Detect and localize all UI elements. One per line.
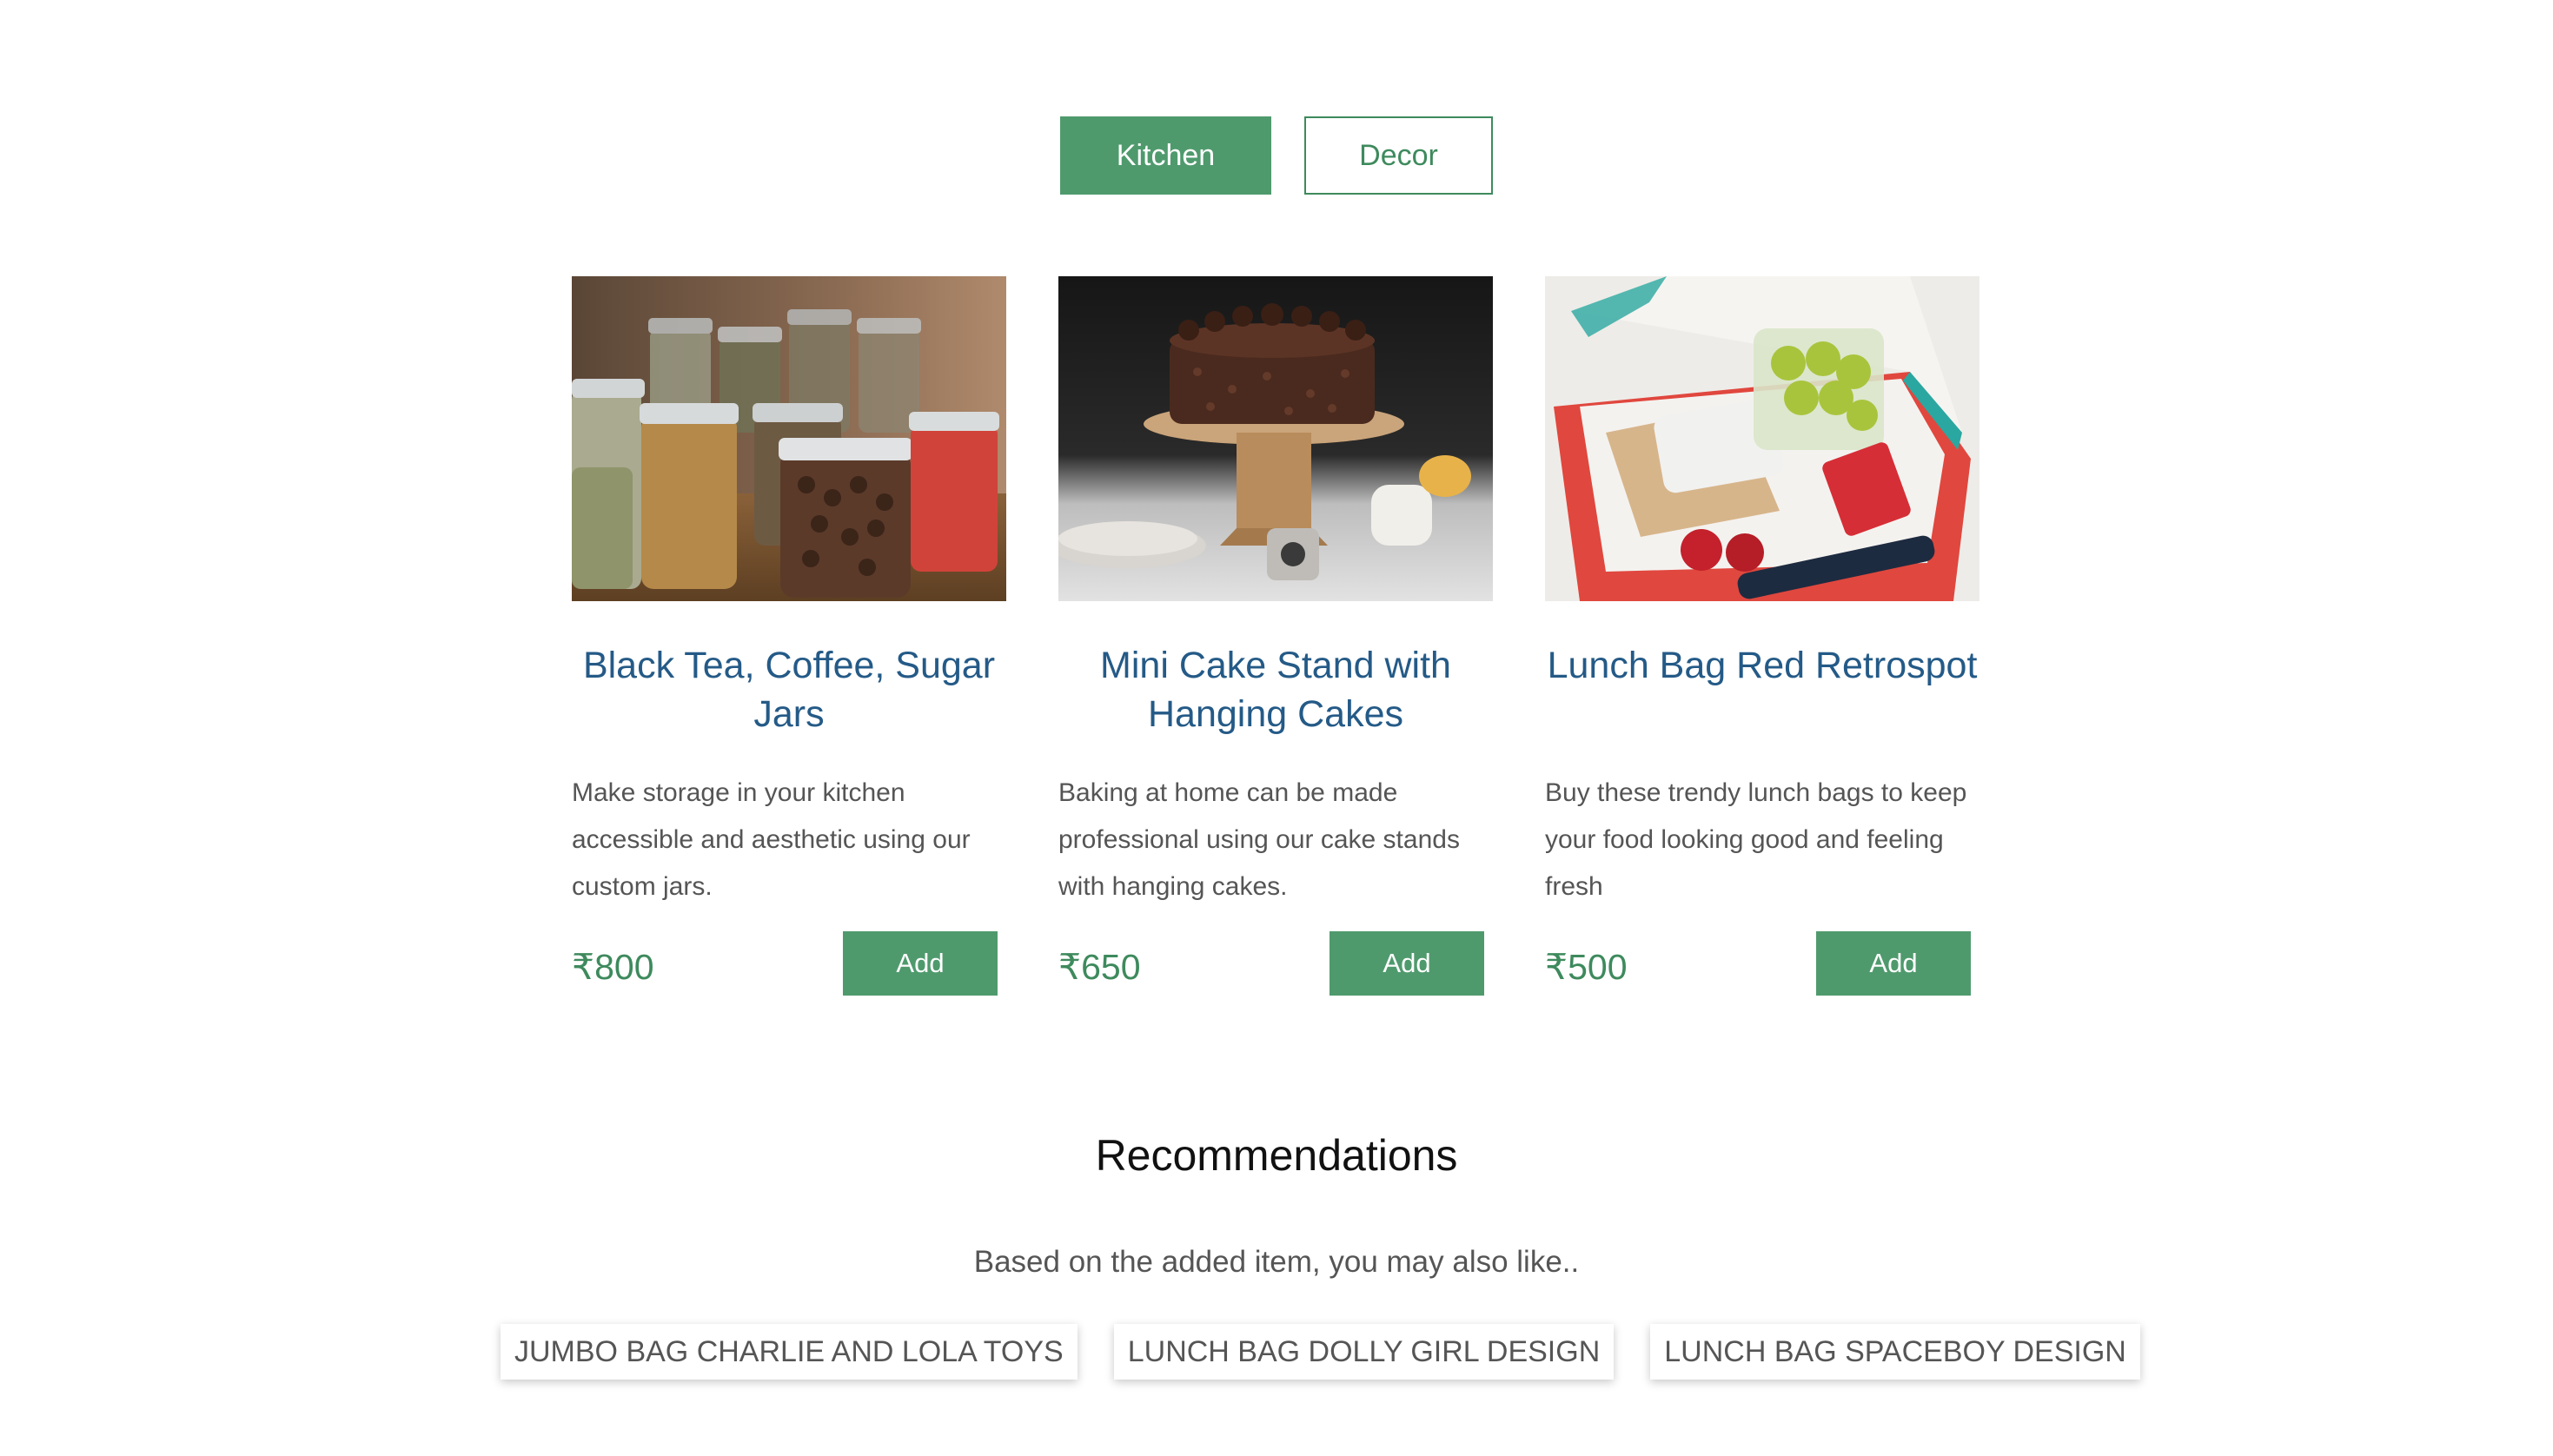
product-image-cake-stand [1058,276,1493,601]
tab-kitchen[interactable]: Kitchen [1060,116,1271,195]
recommendations-list: JUMBO BAG CHARLIE AND LOLA TOYS LUNCH BA… [501,1324,2140,1380]
add-to-cart-button[interactable]: Add [1816,931,1971,996]
recommendation-item[interactable]: LUNCH BAG DOLLY GIRL DESIGN [1113,1324,1615,1380]
product-price: ₹500 [1545,947,1628,987]
product-description: Buy these trendy lunch bags to keep your… [1545,778,1967,901]
product-title[interactable]: Black Tea, Coffee, Sugar Jars [572,641,1006,738]
product-description: Make storage in your kitchen accessible … [572,778,971,901]
lunch-bag-illustration [1545,276,1979,601]
recommendation-item[interactable]: JUMBO BAG CHARLIE AND LOLA TOYS [501,1324,1078,1380]
recommendations-title: Recommendations [1095,1131,1458,1180]
category-tabs: Kitchen Decor [0,116,2553,195]
product-grid: Black Tea, Coffee, Sugar Jars Make stora… [572,276,1979,1006]
product-card: Lunch Bag Red Retrospot Buy these trendy… [1545,276,1979,1006]
add-to-cart-button[interactable]: Add [1330,931,1484,996]
recommendations-subtitle: Based on the added item, you may also li… [973,1245,1580,1279]
product-description: Baking at home can be made professional … [1058,778,1460,901]
cake-stand-illustration [1058,276,1493,601]
product-card: Black Tea, Coffee, Sugar Jars Make stora… [572,276,1006,1006]
product-title[interactable]: Lunch Bag Red Retrospot [1545,641,1979,690]
product-image-lunch-bag [1545,276,1979,601]
product-image-spice-jars [572,276,1006,601]
add-to-cart-button[interactable]: Add [843,931,998,996]
page: Kitchen Decor Black Tea, Coffee, Sugar J… [0,0,2553,1456]
recommendation-item[interactable]: LUNCH BAG SPACEBOY DESIGN [1650,1324,2140,1380]
product-price: ₹800 [572,947,654,987]
spice-jars-illustration [572,276,1006,601]
product-card: Mini Cake Stand with Hanging Cakes Bakin… [1058,276,1493,1006]
product-price: ₹650 [1058,947,1141,987]
tab-decor[interactable]: Decor [1304,116,1493,195]
product-title[interactable]: Mini Cake Stand with Hanging Cakes [1058,641,1493,738]
